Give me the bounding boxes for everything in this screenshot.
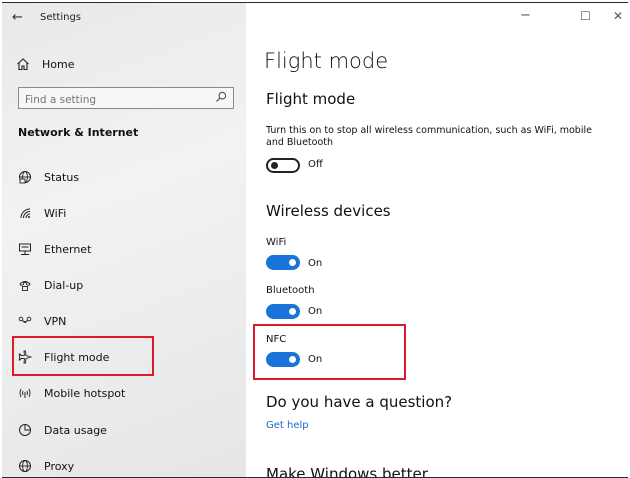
wifi-toggle-state: On (308, 258, 323, 269)
ethernet-icon (19, 243, 31, 255)
make-windows-better-title: Make Windows better (266, 465, 428, 478)
sidebar-item-proxy[interactable]: Proxy (18, 455, 74, 477)
back-arrow-icon[interactable]: ← (12, 10, 23, 25)
sidebar-item-label: WiFi (44, 206, 67, 220)
sidebar-item-label: Dial-up (44, 278, 84, 292)
flight-mode-section-title: Flight mode (266, 90, 356, 108)
sidebar-item-vpn[interactable]: VPN (18, 310, 66, 332)
page-title: Flight mode (264, 49, 389, 73)
hotspot-icon (19, 388, 31, 398)
sidebar-item-label: Ethernet (44, 242, 92, 256)
wifi-label: WiFi (266, 237, 287, 248)
data-usage-icon (19, 424, 31, 436)
bluetooth-toggle[interactable] (266, 304, 300, 319)
title-bar: ← Settings − ☐ ✕ (2, 3, 628, 33)
app-title: Settings (40, 12, 82, 23)
sidebar-item-mobile-hotspot[interactable]: Mobile hotspot (18, 382, 125, 404)
sidebar-item-label: Data usage (44, 423, 107, 437)
sidebar-item-status[interactable]: Status (18, 166, 79, 188)
sidebar-item-data-usage[interactable]: Data usage (18, 419, 107, 441)
close-icon[interactable]: ✕ (613, 9, 623, 23)
wifi-icon (20, 208, 31, 219)
nav-home-label: Home (42, 57, 75, 71)
vpn-icon (18, 316, 32, 323)
sidebar-item-wifi[interactable]: WiFi (18, 202, 66, 224)
nav-home[interactable]: Home (16, 53, 74, 75)
wireless-devices-title: Wireless devices (266, 202, 391, 220)
section-header: Network & Internet (18, 126, 139, 139)
home-icon (17, 58, 29, 71)
settings-window: ← Settings − ☐ ✕ Home Network & Internet… (2, 2, 628, 478)
sidebar-item-label: VPN (44, 314, 67, 328)
sidebar-item-label: Status (44, 170, 80, 184)
maximize-icon[interactable]: ☐ (580, 9, 591, 23)
sidebar-item-dialup[interactable]: Dial-up (18, 274, 83, 296)
globe-status-icon (19, 171, 31, 184)
search-icon[interactable] (215, 91, 227, 103)
sidebar-item-label: Mobile hotspot (44, 386, 126, 400)
sidebar-item-ethernet[interactable]: Ethernet (18, 238, 91, 260)
search-box[interactable] (18, 87, 234, 110)
highlight-box-flight-mode (12, 336, 154, 376)
proxy-globe-icon (19, 460, 31, 472)
sidebar-item-label: Proxy (44, 459, 75, 473)
bluetooth-toggle-state: On (308, 306, 323, 317)
search-input[interactable] (19, 90, 205, 110)
bluetooth-label: Bluetooth (266, 285, 315, 296)
dialup-icon (19, 281, 31, 291)
get-help-link[interactable]: Get help (266, 420, 309, 431)
highlight-box-nfc (253, 324, 406, 380)
minimize-icon[interactable]: − (520, 8, 531, 23)
question-title: Do you have a question? (266, 393, 453, 411)
flight-mode-description: Turn this on to stop all wireless commun… (266, 125, 592, 148)
flight-mode-toggle-state: Off (308, 159, 323, 170)
wifi-toggle[interactable] (266, 255, 300, 270)
flight-mode-toggle[interactable] (266, 158, 300, 173)
